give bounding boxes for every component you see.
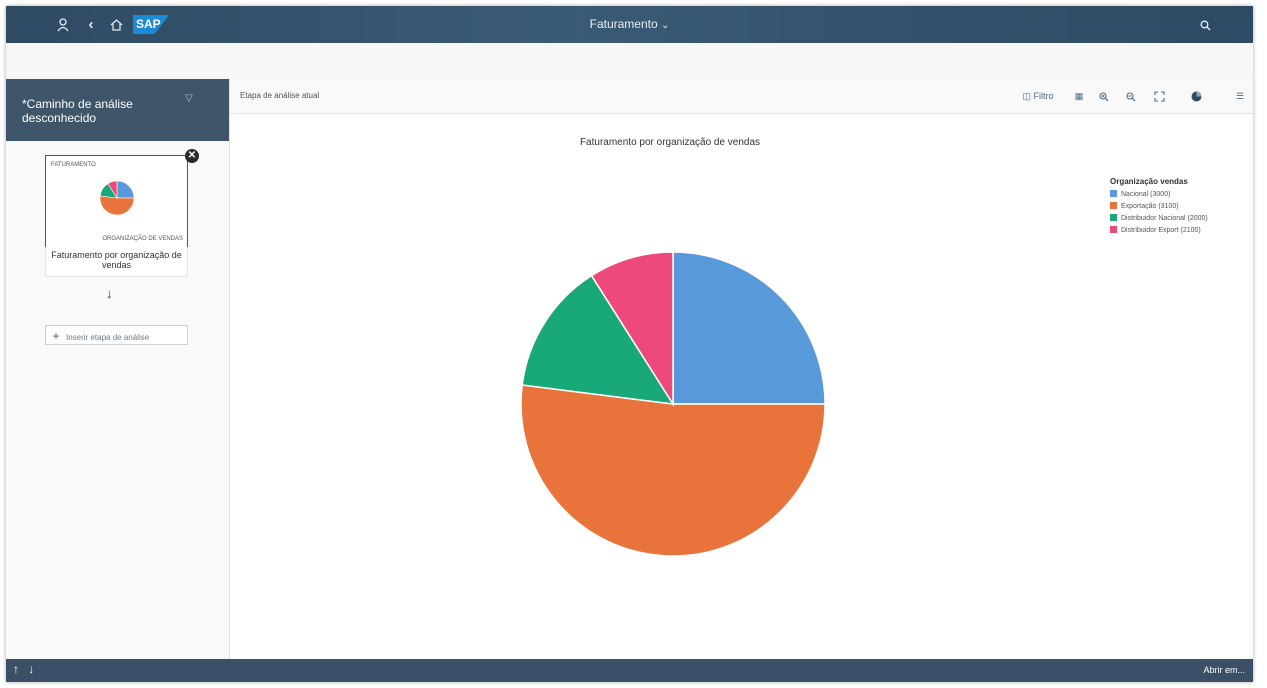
path-title[interactable]: *Caminho de análise desconhecido: [22, 97, 192, 125]
table-icon[interactable]: ▦: [1072, 88, 1086, 104]
filter-icon[interactable]: ▽: [185, 93, 193, 104]
pie-slice-1[interactable]: [672, 251, 826, 405]
home-icon[interactable]: [108, 6, 124, 43]
legend-label: Distribuidor Nacional (2000): [1121, 215, 1208, 222]
chart-title: Faturamento por organização de vendas: [579, 137, 761, 148]
search-icon[interactable]: [1197, 6, 1213, 43]
insert-step-button[interactable]: + Inserir etapa de análise: [45, 325, 188, 345]
app-title[interactable]: Faturamento: [590, 17, 658, 31]
legend-swatch: [1110, 190, 1117, 197]
open-in-button[interactable]: Abrir em...: [1203, 665, 1245, 675]
plus-icon: +: [52, 329, 60, 343]
back-icon[interactable]: ‹: [83, 6, 99, 43]
fullscreen-icon[interactable]: [1152, 88, 1166, 104]
zoom-in-icon[interactable]: [1097, 88, 1111, 104]
person-icon[interactable]: [55, 6, 71, 43]
shell-title-area: Faturamento ⌄: [6, 6, 1253, 44]
pie-chart-icon[interactable]: [1189, 88, 1203, 104]
legend-item[interactable]: Nacional (3000): [1110, 189, 1250, 201]
legend-swatch: [1110, 214, 1117, 221]
arrow-up-icon[interactable]: ↑: [13, 662, 19, 676]
legend-swatch: [1110, 202, 1117, 209]
pie-slice-2[interactable]: [520, 384, 826, 557]
footer-bar: ↑ ↓ Abrir em...: [6, 659, 1253, 682]
list-icon[interactable]: ☰: [1233, 88, 1247, 104]
sub-header: [6, 43, 1253, 79]
zoom-out-icon[interactable]: [1124, 88, 1138, 104]
legend-label: Exportação (3100): [1121, 203, 1179, 210]
step-card-caption[interactable]: Faturamento por organização de vendas: [45, 247, 188, 277]
legend-label: Nacional (3000): [1121, 191, 1171, 198]
legend-item[interactable]: Distribuidor Export (2100): [1110, 225, 1250, 237]
close-icon[interactable]: ✕: [185, 149, 199, 163]
chart-toolbar: Etapa de análise atual ◫ Filtro ▦ ☰: [230, 79, 1253, 114]
footer-nav: ↑ ↓: [13, 662, 34, 676]
analysis-path-panel: *Caminho de análise desconhecido ▽ FATUR…: [6, 79, 230, 659]
mini-pie-slice-2: [99, 195, 135, 216]
arrow-down-icon[interactable]: ↓: [28, 662, 34, 676]
step-card-thumbnail[interactable]: FATURAMENTO ORGANIZAÇÃO DE VENDAS: [45, 155, 188, 249]
chart-legend: Organização vendas Nacional (3000) Export…: [1110, 177, 1250, 237]
app-window: ‹ SAP Faturamento ⌄ *Caminho de análise …: [6, 6, 1253, 682]
main-content: Etapa de análise atual ◫ Filtro ▦ ☰ Fatu…: [230, 79, 1253, 659]
legend-label: Distribuidor Export (2100): [1121, 227, 1201, 234]
mini-pie-chart: [99, 180, 135, 216]
mini-pie-slice-1: [116, 180, 135, 199]
legend-title: Organização vendas: [1110, 177, 1188, 186]
step-card-bottom-label: ORGANIZAÇÃO DE VENDAS: [102, 236, 183, 242]
filter-button[interactable]: ◫ Filtro: [1018, 88, 1058, 104]
shell-bar: ‹ SAP Faturamento ⌄: [6, 6, 1253, 43]
insert-step-label: Inserir etapa de análise: [66, 333, 150, 342]
chevron-down-icon[interactable]: ⌄: [661, 20, 669, 31]
filter-icon: ◫: [1022, 91, 1031, 101]
current-step-label: Etapa de análise atual: [240, 91, 320, 100]
arrow-down-icon: ↓: [106, 286, 113, 301]
step-card-kicker: FATURAMENTO: [51, 162, 96, 168]
sap-logo[interactable]: SAP: [133, 15, 169, 34]
legend-item[interactable]: Exportação (3100): [1110, 201, 1250, 213]
filter-label: Filtro: [1033, 91, 1054, 101]
legend-item[interactable]: Distribuidor Nacional (2000): [1110, 213, 1250, 225]
pie-chart[interactable]: [513, 244, 833, 564]
path-header: *Caminho de análise desconhecido ▽: [6, 79, 229, 141]
legend-swatch: [1110, 226, 1117, 233]
